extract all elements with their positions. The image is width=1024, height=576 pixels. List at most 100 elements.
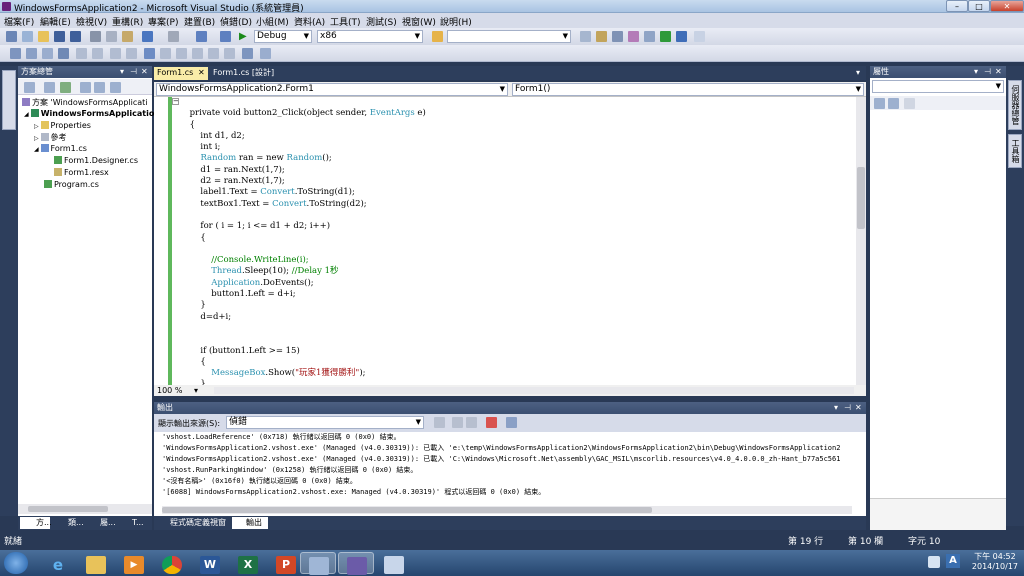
close-panel-icon[interactable]: ✕ bbox=[855, 402, 862, 414]
ime-mode-icon[interactable]: A bbox=[946, 554, 960, 568]
scrollbar-thumb[interactable] bbox=[162, 507, 652, 513]
chevron-down-icon[interactable]: ▾ bbox=[194, 385, 198, 396]
tree-item-program[interactable]: Program.cs bbox=[44, 180, 99, 190]
horizontal-scrollbar[interactable] bbox=[18, 504, 152, 514]
show-all-files-icon[interactable] bbox=[44, 82, 55, 93]
redo-icon[interactable] bbox=[168, 31, 179, 42]
left-dock-tab[interactable] bbox=[2, 70, 16, 130]
taskbar-paint[interactable] bbox=[376, 552, 412, 574]
properties-icon[interactable] bbox=[24, 82, 35, 93]
tab-team-explorer[interactable]: T... bbox=[116, 517, 146, 529]
tab-output[interactable]: 輸出 bbox=[232, 517, 268, 529]
find-in-files-icon[interactable] bbox=[432, 31, 443, 42]
menu-window[interactable]: 視窗(W) bbox=[402, 15, 436, 28]
menu-team[interactable]: 小組(M) bbox=[256, 15, 289, 28]
tab-solution-explorer[interactable]: 方... bbox=[20, 517, 52, 529]
parameter-info-icon[interactable] bbox=[26, 48, 37, 59]
menu-build[interactable]: 建置(B) bbox=[184, 15, 215, 28]
configuration-dropdown[interactable]: Debug ▼ bbox=[254, 30, 312, 43]
menu-project[interactable]: 專案(P) bbox=[148, 15, 178, 28]
navigate-back-icon[interactable] bbox=[196, 31, 207, 42]
toolbar-options-icon[interactable] bbox=[694, 31, 705, 42]
taskbar-powerpoint[interactable]: P bbox=[268, 552, 304, 574]
uncomment-icon[interactable] bbox=[126, 48, 137, 59]
indent-icon[interactable] bbox=[92, 48, 103, 59]
cut-icon[interactable] bbox=[90, 31, 101, 42]
toolbox-icon[interactable] bbox=[628, 31, 639, 42]
editor-horizontal-scrollbar[interactable] bbox=[214, 387, 854, 394]
system-clock[interactable]: 下午 04:52 2014/10/17 bbox=[972, 552, 1018, 572]
navigate-forward-icon[interactable] bbox=[220, 31, 231, 42]
close-tab-icon[interactable]: ✕ bbox=[198, 67, 205, 79]
menu-help[interactable]: 說明(H) bbox=[440, 15, 472, 28]
view-code-icon[interactable] bbox=[80, 82, 91, 93]
auto-hide-pin-icon[interactable]: ⊣ bbox=[844, 402, 851, 414]
menu-data[interactable]: 資料(A) bbox=[294, 15, 325, 28]
output-source-dropdown[interactable]: 偵錯 ▼ bbox=[226, 416, 424, 429]
new-project-icon[interactable] bbox=[6, 31, 17, 42]
window-position-icon[interactable]: ▾ bbox=[974, 66, 978, 78]
save-all-icon[interactable] bbox=[70, 31, 81, 42]
object-browser-icon[interactable] bbox=[612, 31, 623, 42]
member-combo[interactable]: Form1() ▼ bbox=[512, 83, 864, 96]
taskbar-chrome[interactable] bbox=[154, 552, 190, 574]
property-pages-icon[interactable] bbox=[904, 98, 915, 109]
class-diagram-icon[interactable] bbox=[110, 82, 121, 93]
tree-item-project[interactable]: ◢ WindowsFormsApplication bbox=[24, 109, 160, 120]
menu-debug[interactable]: 偵錯(D) bbox=[220, 15, 252, 28]
output-text[interactable]: 'vshost.LoadReference' (0x718) 執行緒以返回碼 0… bbox=[154, 432, 866, 504]
tab-toolbox[interactable]: 工具箱 bbox=[1008, 134, 1022, 168]
tree-item-references[interactable]: ▷ 參考 bbox=[34, 133, 67, 144]
tab-property-manager[interactable]: 屬... bbox=[84, 517, 116, 529]
attach-process-icon[interactable] bbox=[242, 48, 253, 59]
menu-view[interactable]: 檢視(V) bbox=[76, 15, 107, 28]
output-horizontal-scrollbar[interactable] bbox=[162, 506, 852, 514]
tab-server-explorer[interactable]: 伺服器總管 bbox=[1008, 80, 1022, 130]
next-bookmark-folder-icon[interactable] bbox=[208, 48, 219, 59]
find-combo[interactable]: ▼ bbox=[447, 30, 571, 43]
next-message-icon[interactable] bbox=[466, 417, 477, 428]
prev-bookmark-icon[interactable] bbox=[160, 48, 171, 59]
start-debugging-icon[interactable]: ▶ bbox=[239, 31, 250, 42]
comment-icon[interactable] bbox=[110, 48, 121, 59]
language-bar-icon[interactable] bbox=[928, 556, 940, 568]
prev-bookmark-folder-icon[interactable] bbox=[192, 48, 203, 59]
tree-item-solution[interactable]: 方案 'WindowsFormsApplicati bbox=[22, 98, 148, 108]
team-explorer-icon[interactable] bbox=[644, 31, 655, 42]
find-message-icon[interactable] bbox=[434, 417, 445, 428]
collapse-arrow-icon[interactable]: ◢ bbox=[24, 111, 31, 118]
bookmark-icon[interactable] bbox=[144, 48, 155, 59]
taskbar-app-active[interactable] bbox=[300, 552, 336, 575]
class-combo[interactable]: WindowsFormsApplication2.Form1 ▼ bbox=[156, 83, 508, 96]
refresh-icon[interactable] bbox=[60, 82, 71, 93]
minimize-button[interactable]: – bbox=[946, 0, 968, 12]
auto-hide-pin-icon[interactable]: ⊣ bbox=[984, 66, 991, 78]
find-icon[interactable] bbox=[260, 48, 271, 59]
tab-dropdown-icon[interactable]: ▾ bbox=[856, 68, 860, 77]
word-wrap-icon[interactable] bbox=[506, 417, 517, 428]
object-selector[interactable]: ▼ bbox=[872, 80, 1004, 93]
code-editor[interactable]: − private void button2_Click(object send… bbox=[154, 97, 866, 385]
menu-edit[interactable]: 編輯(E) bbox=[40, 15, 71, 28]
add-item-icon[interactable] bbox=[22, 31, 33, 42]
window-position-icon[interactable]: ▾ bbox=[834, 402, 838, 414]
taskbar-explorer[interactable] bbox=[78, 552, 114, 574]
save-icon[interactable] bbox=[54, 31, 65, 42]
window-position-icon[interactable]: ▾ bbox=[120, 66, 124, 78]
menu-file[interactable]: 檔案(F) bbox=[4, 15, 34, 28]
taskbar-media-player[interactable]: ▶ bbox=[116, 552, 152, 574]
solution-explorer-icon[interactable] bbox=[580, 31, 591, 42]
tab-form1-cs[interactable]: Form1.cs ✕ bbox=[154, 67, 208, 80]
clear-all-icon[interactable] bbox=[486, 417, 497, 428]
open-file-icon[interactable] bbox=[38, 31, 49, 42]
tree-item-designer[interactable]: Form1.Designer.cs bbox=[54, 156, 138, 166]
editor-vertical-scrollbar[interactable] bbox=[856, 97, 866, 385]
menu-tools[interactable]: 工具(T) bbox=[330, 15, 361, 28]
tab-class-view[interactable]: 類... bbox=[52, 517, 84, 529]
taskbar-word[interactable]: W bbox=[192, 552, 228, 574]
quick-info-icon[interactable] bbox=[42, 48, 53, 59]
paste-icon[interactable] bbox=[122, 31, 133, 42]
next-bookmark-icon[interactable] bbox=[176, 48, 187, 59]
categorized-icon[interactable] bbox=[874, 98, 885, 109]
alphabetical-icon[interactable] bbox=[888, 98, 899, 109]
